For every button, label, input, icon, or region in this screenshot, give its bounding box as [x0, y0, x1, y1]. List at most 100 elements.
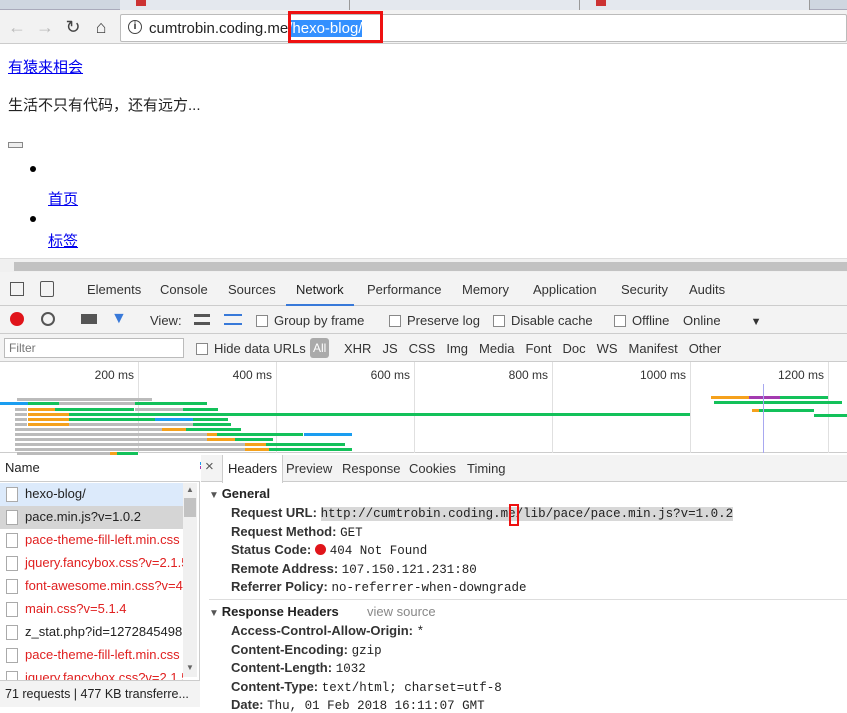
hide-data-urls-label: Hide data URLs: [214, 341, 306, 356]
throttle-value: Online: [683, 313, 721, 328]
menu-toggle-button[interactable]: [8, 142, 23, 148]
scroll-down-icon[interactable]: ▼: [186, 663, 194, 672]
header-key: Content-Encoding:: [231, 641, 348, 657]
reload-icon[interactable]: ↻: [62, 17, 84, 38]
request-row[interactable]: pace.min.js?v=1.0.2: [0, 506, 183, 529]
disable-cache-checkbox[interactable]: Disable cache: [493, 313, 593, 328]
browser-tab[interactable]: [120, 0, 350, 10]
url-input[interactable]: i cumtrobin.coding.me/hexo-blog/: [120, 14, 847, 42]
close-icon[interactable]: ×: [205, 458, 214, 475]
tab-elements[interactable]: Elements: [87, 282, 141, 297]
tab-timing[interactable]: Timing: [467, 461, 506, 476]
tab-memory[interactable]: Memory: [462, 282, 509, 297]
waterfall-bar: [162, 428, 186, 431]
forward-icon[interactable]: →: [34, 17, 56, 38]
tab-response[interactable]: Response: [342, 461, 401, 476]
filter-type-all[interactable]: All: [310, 338, 330, 358]
request-row[interactable]: jquery.fancybox.css?v=2.1.5: [0, 552, 183, 575]
offline-checkbox[interactable]: Offline: [614, 313, 669, 328]
filter-type-xhr[interactable]: XHR: [344, 341, 371, 356]
tab-application[interactable]: Application: [533, 282, 597, 297]
vertical-scrollbar[interactable]: ▲ ▼: [183, 483, 197, 677]
filter-type-js[interactable]: JS: [382, 341, 397, 356]
nav-link-tags[interactable]: 标签: [48, 230, 78, 251]
waterfall-bar: [193, 423, 231, 426]
request-row[interactable]: hexo-blog/: [0, 483, 183, 506]
filter-type-css[interactable]: CSS: [409, 341, 436, 356]
horizontal-scrollbar[interactable]: [0, 258, 847, 272]
name-column-header[interactable]: Name: [0, 455, 200, 482]
filter-icon[interactable]: ▼: [111, 310, 127, 328]
request-list-pane: Name hexo-blog/pace.min.js?v=1.0.2 pace-t…: [0, 455, 200, 707]
site-title-link[interactable]: 有猿来相会: [8, 56, 83, 77]
timeline-gridline: [828, 362, 829, 453]
file-icon: [6, 533, 18, 548]
filter-input[interactable]: [4, 338, 184, 358]
device-toggle-icon[interactable]: [40, 281, 54, 297]
tab-audits[interactable]: Audits: [689, 282, 725, 297]
waterfall-bar: [193, 418, 228, 421]
general-section-toggle[interactable]: ▼ General: [209, 486, 270, 501]
timeline-tick-label: 400 ms: [232, 368, 272, 382]
scroll-up-icon[interactable]: ▲: [186, 485, 194, 494]
header-value: no-referrer-when-downgrade: [331, 581, 527, 595]
waterfall-bar: [59, 402, 135, 405]
waterfall-bar: [28, 418, 69, 421]
waterfall-bar: [15, 438, 207, 441]
tab-security[interactable]: Security: [621, 282, 668, 297]
response-headers-toggle[interactable]: ▼ Response Headers: [209, 604, 339, 619]
browser-tab[interactable]: [580, 0, 810, 10]
waterfall-view-icon[interactable]: [224, 314, 242, 325]
preserve-log-checkbox[interactable]: Preserve log: [389, 313, 480, 328]
info-icon[interactable]: i: [128, 20, 142, 34]
request-row[interactable]: pace-theme-fill-left.min.css: [0, 644, 183, 667]
record-icon[interactable]: [10, 312, 24, 326]
request-row[interactable]: z_stat.php?id=1272845498: [0, 621, 183, 644]
file-icon: [6, 579, 18, 594]
timeline-tick-label: 1200 ms: [777, 368, 824, 382]
waterfall-bar: [814, 414, 847, 417]
network-summary: 71 requests | 477 KB transferre...: [0, 680, 200, 707]
scrollbar-thumb[interactable]: [14, 262, 847, 271]
request-row[interactable]: pace-theme-fill-left.min.css: [0, 529, 183, 552]
bullet: [30, 166, 36, 172]
view-source-link[interactable]: view source: [367, 604, 436, 619]
waterfall-bar: [269, 448, 352, 451]
file-icon: [6, 602, 18, 617]
capture-screenshots-icon[interactable]: [81, 314, 97, 324]
timeline-gridline: [552, 362, 553, 453]
header-row: Request Method: GET: [231, 524, 363, 540]
filter-type-other[interactable]: Other: [689, 341, 722, 356]
throttle-select[interactable]: Online ▼: [683, 313, 761, 328]
tab-performance[interactable]: Performance: [367, 282, 441, 297]
header-row: Access-Control-Allow-Origin: *: [231, 623, 424, 639]
filter-type-media[interactable]: Media: [479, 341, 514, 356]
inspect-icon[interactable]: [10, 282, 24, 296]
tab-sources[interactable]: Sources: [228, 282, 276, 297]
filter-type-doc[interactable]: Doc: [562, 341, 585, 356]
devtools-tabs: Elements Console Sources Network Perform…: [0, 272, 847, 306]
tab-network[interactable]: Network: [286, 282, 354, 306]
tab-cookies[interactable]: Cookies: [409, 461, 456, 476]
browser-tab[interactable]: [350, 0, 580, 10]
nav-link-home[interactable]: 首页: [48, 188, 78, 209]
waterfall-bar: [235, 438, 273, 441]
home-icon[interactable]: ⌂: [90, 17, 112, 38]
back-icon[interactable]: ←: [6, 17, 28, 38]
tab-console[interactable]: Console: [160, 282, 208, 297]
request-row[interactable]: font-awesome.min.css?v=4: [0, 575, 183, 598]
filter-type-img[interactable]: Img: [446, 341, 468, 356]
header-value: 107.150.121.231:80: [341, 562, 477, 577]
filter-type-manifest[interactable]: Manifest: [629, 341, 678, 356]
request-row[interactable]: main.css?v=5.1.4: [0, 598, 183, 621]
hide-data-urls-checkbox[interactable]: Hide data URLs: [196, 341, 306, 356]
large-rows-icon[interactable]: [194, 314, 210, 325]
group-by-frame-checkbox[interactable]: Group by frame: [256, 313, 364, 328]
tab-headers[interactable]: Headers: [222, 455, 284, 483]
filter-type-ws[interactable]: WS: [597, 341, 618, 356]
tab-preview[interactable]: Preview: [286, 461, 332, 476]
clear-icon[interactable]: [41, 312, 55, 326]
header-row: Date: Thu, 01 Feb 2018 16:11:07 GMT: [231, 697, 485, 713]
scrollbar-thumb[interactable]: [184, 498, 196, 517]
filter-type-font[interactable]: Font: [525, 341, 551, 356]
